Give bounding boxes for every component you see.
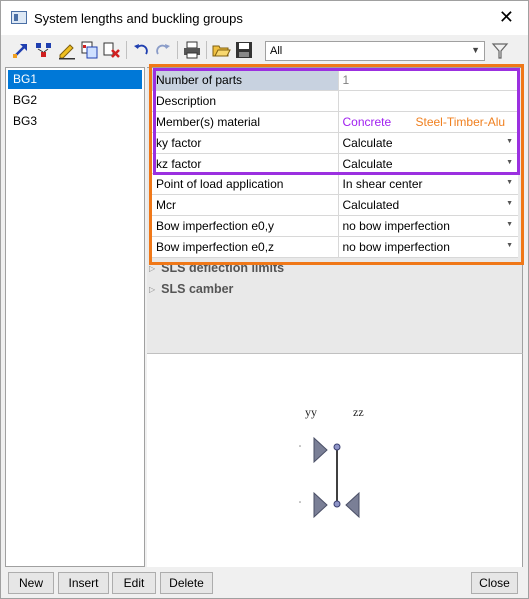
expand-triangle-icon: ▷ <box>149 285 156 294</box>
property-row[interactable]: Bow imperfection e0,y no bow imperfectio… <box>152 215 518 237</box>
save-icon[interactable] <box>234 40 254 60</box>
property-row[interactable]: Point of load application In shear cente… <box>152 173 518 196</box>
property-label: ky factor <box>152 132 339 154</box>
new-button[interactable]: New <box>8 572 54 594</box>
chevron-down-icon: ▼ <box>506 221 513 229</box>
undo-icon[interactable] <box>131 40 151 60</box>
chevron-down-icon: ▼ <box>471 45 480 55</box>
property-label: Description <box>152 90 339 113</box>
kz-factor-select[interactable]: Calculate ▼ <box>338 153 518 175</box>
node-top <box>333 443 341 451</box>
redo-icon[interactable] <box>153 40 173 60</box>
property-row[interactable]: Number of parts 1 <box>152 70 518 92</box>
load-application-select[interactable]: In shear center ▼ <box>338 173 518 196</box>
chevron-down-icon: ▼ <box>506 179 513 187</box>
property-label: kz factor <box>152 153 339 175</box>
property-table: Number of parts 1 Description Member(s) … <box>152 70 518 258</box>
description-field[interactable] <box>338 90 518 113</box>
edit-button[interactable]: Edit <box>112 572 156 594</box>
chevron-down-icon: ▼ <box>506 137 513 145</box>
marker-dot-bottom <box>299 501 301 503</box>
marker-dot-top <box>299 445 301 447</box>
window-title: System lengths and buckling groups <box>34 11 243 26</box>
select-value: Calculate <box>342 135 393 150</box>
select-value: no bow imperfection <box>342 239 450 254</box>
app-icon <box>11 11 27 24</box>
support-top-left <box>313 436 328 464</box>
property-label: Mcr <box>152 194 339 217</box>
property-panel: Number of parts 1 Description Member(s) … <box>147 67 523 353</box>
number-of-parts-field[interactable]: 1 <box>338 70 518 92</box>
property-label: Number of parts <box>152 70 339 92</box>
print-icon[interactable] <box>182 40 202 60</box>
list-item-bg3[interactable]: BG3 <box>8 112 142 131</box>
property-label: Member(s) material <box>152 111 339 133</box>
filter-dropdown[interactable]: All ▼ <box>265 41 485 61</box>
property-label: Bow imperfection e0,y <box>152 215 339 237</box>
title-bar: System lengths and buckling groups ✕ <box>1 1 528 35</box>
edit-icon[interactable] <box>57 40 77 60</box>
list-item-bg2[interactable]: BG2 <box>8 91 142 110</box>
material-concrete-label: Concrete <box>342 114 392 129</box>
member-material-field[interactable]: Concrete Steel-Timber-Alu <box>338 111 518 133</box>
property-row[interactable]: Mcr Calculated ▼ <box>152 194 518 217</box>
chevron-down-icon: ▼ <box>506 158 513 166</box>
buckling-diagram: yy zz <box>147 353 523 567</box>
support-bottom-left <box>313 491 328 519</box>
filter-icon[interactable] <box>491 41 509 61</box>
list-item-bg1[interactable]: BG1 <box>8 70 142 89</box>
material-steel-label: Steel-Timber-Alu <box>415 115 506 130</box>
property-row[interactable]: kz factor Calculate ▼ <box>152 153 518 175</box>
support-bottom-right <box>345 491 360 519</box>
delete-button[interactable]: Delete <box>160 572 213 594</box>
expand-triangle-icon: ▷ <box>149 264 156 273</box>
filter-value: All <box>270 45 283 57</box>
connect-icon[interactable] <box>34 40 54 60</box>
select-value: In shear center <box>342 177 423 192</box>
section-sls-camber[interactable]: ▷ SLS camber <box>149 282 233 296</box>
chevron-down-icon: ▼ <box>506 200 513 208</box>
property-row[interactable]: ky factor Calculate ▼ <box>152 132 518 154</box>
property-row[interactable]: Bow imperfection e0,z no bow imperfectio… <box>152 236 518 258</box>
close-window-button[interactable]: ✕ <box>499 7 514 27</box>
section-sls-deflection[interactable]: ▷ SLS deflection limits <box>149 261 284 275</box>
toolbar: All ▼ <box>1 37 528 65</box>
open-icon[interactable] <box>211 40 231 60</box>
dialog-window: System lengths and buckling groups ✕ All… <box>0 0 529 599</box>
property-row[interactable]: Member(s) material Concrete Steel-Timber… <box>152 111 518 133</box>
property-row[interactable]: Description <box>152 90 518 113</box>
bow-imperfection-y-select[interactable]: no bow imperfection ▼ <box>338 215 518 237</box>
copy-icon[interactable] <box>80 40 100 60</box>
section-label: SLS camber <box>161 282 234 296</box>
delete-icon[interactable] <box>102 40 122 60</box>
bow-imperfection-z-select[interactable]: no bow imperfection ▼ <box>338 236 518 258</box>
property-label: Point of load application <box>152 173 339 196</box>
select-value: no bow imperfection <box>342 218 450 233</box>
mcr-select[interactable]: Calculated ▼ <box>338 194 518 217</box>
select-value: Calculate <box>342 156 393 171</box>
node-bottom <box>333 500 341 508</box>
section-label: SLS deflection limits <box>161 261 285 275</box>
close-button[interactable]: Close <box>471 572 518 594</box>
ky-factor-select[interactable]: Calculate ▼ <box>338 132 518 154</box>
chevron-down-icon: ▼ <box>506 241 513 249</box>
buckling-group-list: BG1 BG2 BG3 <box>5 67 145 567</box>
support-diagram-svg <box>299 436 360 519</box>
insert-button[interactable]: Insert <box>58 572 109 594</box>
property-label: Bow imperfection e0,z <box>152 236 339 258</box>
select-value: Calculated <box>342 198 400 213</box>
select-icon[interactable] <box>11 40 31 60</box>
